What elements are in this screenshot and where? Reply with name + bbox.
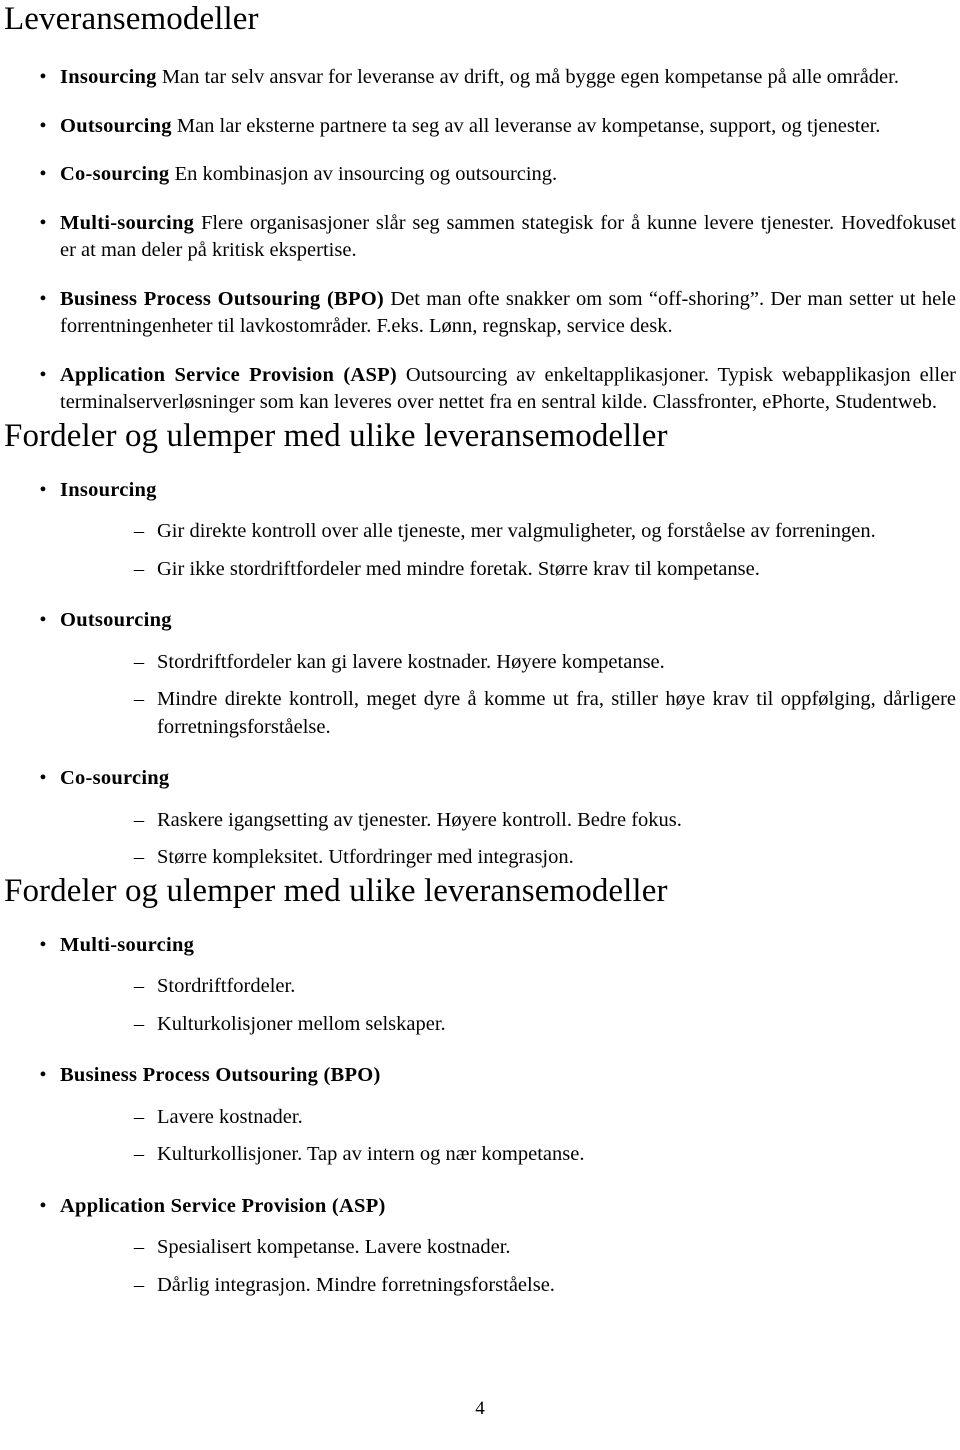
list-item-insourcing-pros-cons: • Insourcing – Gir direkte kontroll over a… [4, 477, 956, 584]
sub-list-item: – Mindre direkte kontroll, meget dyre å k… [116, 686, 956, 741]
dash-icon: – [133, 557, 145, 580]
term-label: Multi-sourcing [60, 933, 195, 956]
sub-list-item: – Raskere igangsetting av tjenester. Høye… [116, 807, 956, 835]
dash-icon: – [133, 1273, 145, 1296]
bullet-icon: • [39, 163, 47, 185]
list-item-asp-pros-cons: • Application Service Provision (ASP) – Sp… [4, 1193, 956, 1300]
sub-list-item: – Lavere kostnader. [116, 1104, 956, 1132]
sublist-outsourcing: – Stordriftfordeler kan gi lavere kostnad… [116, 649, 956, 742]
bullet-icon: • [39, 609, 47, 631]
section-title-fordeler-1: Fordeler og ulemper med ulike leveransem… [4, 417, 668, 454]
sub-item-text: Lavere kostnader. [157, 1105, 303, 1128]
list-item-multi-sourcing: • Multi-sourcing Flere organisasjoner slå… [4, 210, 956, 265]
term-label: Co-sourcing [60, 767, 170, 789]
dash-icon: – [133, 1143, 145, 1165]
term-description: Man tar selv ansvar for leveranse av dri… [161, 66, 899, 88]
sublist-multi-sourcing: – Stordriftfordeler. – Kulturkolisjoner me… [116, 973, 956, 1038]
list-item-bpo: • Business Process Outsouring (BPO) Det m… [4, 286, 956, 341]
list-item-co-sourcing: • Co-sourcing En kombinasjon av insourcin… [4, 161, 956, 189]
page-number: 4 [475, 1398, 485, 1419]
dash-icon: – [133, 1236, 145, 1258]
term-label: Insourcing [60, 66, 157, 88]
dash-icon: – [133, 846, 145, 868]
dash-icon: – [133, 520, 145, 542]
list-item-outsourcing: • Outsourcing Man lar eksterne partnere t… [4, 113, 956, 141]
dash-icon: – [133, 975, 145, 997]
sub-item-text: Spesialisert kompetanse. Lavere kostnade… [157, 1236, 511, 1258]
bullet-icon: • [39, 767, 47, 789]
sub-item-text: Kulturkolisjoner mellom selskaper. [157, 1012, 446, 1035]
sub-list-item: – Gir direkte kontroll over alle tjeneste… [116, 518, 956, 546]
sub-item-text: Gir ikke stordriftfordeler med mindre fo… [157, 557, 760, 580]
sub-list-item: – Kulturkolisjoner mellom selskaper. [116, 1011, 956, 1039]
list-item-multi-sourcing-pros-cons: • Multi-sourcing – Stordriftfordeler. – Kul… [4, 932, 956, 1039]
term-label: Co-sourcing [60, 163, 170, 185]
leveransemodeller-list: • Insourcing Man tar selv ansvar for leve… [4, 64, 956, 417]
list-item-co-sourcing-pros-cons: • Co-sourcing – Raskere igangsetting av tj… [4, 765, 956, 872]
term-description: Flere organisasjoner slår seg sammen sta… [60, 211, 957, 262]
dash-icon: – [133, 650, 145, 673]
sub-list-item: – Større kompleksitet. Utfordringer med i… [116, 844, 956, 872]
list-item-insourcing: • Insourcing Man tar selv ansvar for leve… [4, 64, 956, 92]
term-label: Multi-sourcing [60, 211, 195, 234]
term-label: Business Process Outsouring (BPO) [60, 287, 385, 310]
sub-item-text: Raskere igangsetting av tjenester. Høyer… [157, 808, 682, 831]
dash-icon: – [133, 688, 145, 710]
bullet-icon: • [39, 1194, 47, 1217]
term-label: Application Service Provision (ASP) [60, 1194, 386, 1217]
bullet-icon: • [39, 363, 47, 386]
sublist-wrapper: – Gir direkte kontroll over alle tjeneste… [60, 518, 956, 583]
section-title-fordeler-2: Fordeler og ulemper med ulike leveransem… [4, 872, 668, 909]
sub-item-text: Dårlig integrasjon. Mindre forretningsfo… [157, 1273, 555, 1296]
sublist-wrapper: – Stordriftfordeler. – Kulturkolisjoner me… [60, 973, 956, 1038]
bullet-icon: • [39, 287, 47, 310]
term-description: En kombinasjon av insourcing og outsourc… [174, 163, 558, 185]
sub-item-text: Stordriftfordeler. [157, 975, 296, 997]
dash-icon: – [133, 808, 145, 831]
sublist-wrapper: – Lavere kostnader. – Kulturkollisjoner. T… [60, 1104, 956, 1169]
bullet-icon: • [39, 478, 47, 501]
bullet-icon: • [39, 114, 47, 137]
sublist-wrapper: – Spesialisert kompetanse. Lavere kostnad… [60, 1234, 956, 1299]
sublist-wrapper: – Raskere igangsetting av tjenester. Høye… [60, 807, 956, 872]
sublist-co-sourcing: – Raskere igangsetting av tjenester. Høye… [116, 807, 956, 872]
list-item-bpo-pros-cons: • Business Process Outsouring (BPO) – Lave… [4, 1062, 956, 1169]
term-label: Application Service Provision (ASP) [60, 363, 397, 386]
sub-list-item: – Spesialisert kompetanse. Lavere kostnad… [116, 1234, 956, 1262]
fordeler-ulemper-list-2: • Multi-sourcing – Stordriftfordeler. – Kul… [4, 932, 956, 1300]
bullet-icon: • [39, 66, 47, 88]
term-label: Business Process Outsouring (BPO) [60, 1064, 381, 1086]
sublist-bpo: – Lavere kostnader. – Kulturkollisjoner. T… [116, 1104, 956, 1169]
sub-item-text: Kulturkollisjoner. Tap av intern og nær … [157, 1143, 585, 1165]
sublist-insourcing: – Gir direkte kontroll over alle tjeneste… [116, 518, 956, 583]
term-label: Outsourcing [60, 114, 172, 137]
sub-list-item: – Gir ikke stordriftfordeler med mindre f… [116, 556, 956, 584]
sub-list-item: – Stordriftfordeler kan gi lavere kostnad… [116, 649, 956, 677]
dash-icon: – [133, 1012, 145, 1035]
list-item-asp: • Application Service Provision (ASP) Out… [4, 362, 956, 417]
sub-list-item: – Kulturkollisjoner. Tap av intern og nær… [116, 1141, 956, 1169]
list-item-outsourcing-pros-cons: • Outsourcing – Stordriftfordeler kan gi l… [4, 607, 956, 741]
sublist-asp: – Spesialisert kompetanse. Lavere kostnad… [116, 1234, 956, 1299]
term-label: Outsourcing [60, 609, 172, 631]
page-title: Leveransemodeller [4, 1, 259, 37]
term-label: Insourcing [60, 478, 157, 501]
fordeler-ulemper-list-1: • Insourcing – Gir direkte kontroll over a… [4, 477, 956, 872]
sub-item-text: Større kompleksitet. Utfordringer med in… [157, 846, 574, 868]
sub-item-text: Gir direkte kontroll over alle tjeneste,… [157, 520, 876, 542]
term-description: Man lar eksterne partnere ta seg av all … [176, 114, 881, 137]
sub-item-text: Mindre direkte kontroll, meget dyre å ko… [157, 688, 956, 738]
sub-list-item: – Dårlig integrasjon. Mindre forretningsf… [116, 1272, 956, 1300]
bullet-icon: • [39, 211, 47, 234]
bullet-icon: • [39, 933, 47, 956]
dash-icon: – [133, 1105, 145, 1128]
sublist-wrapper: – Stordriftfordeler kan gi lavere kostnad… [60, 649, 956, 742]
document-page: Leveransemodeller • Insourcing Man tar se… [0, 0, 960, 1450]
sub-list-item: – Stordriftfordeler. [116, 973, 956, 1001]
bullet-icon: • [39, 1064, 47, 1086]
sub-item-text: Stordriftfordeler kan gi lavere kostnade… [157, 650, 665, 673]
